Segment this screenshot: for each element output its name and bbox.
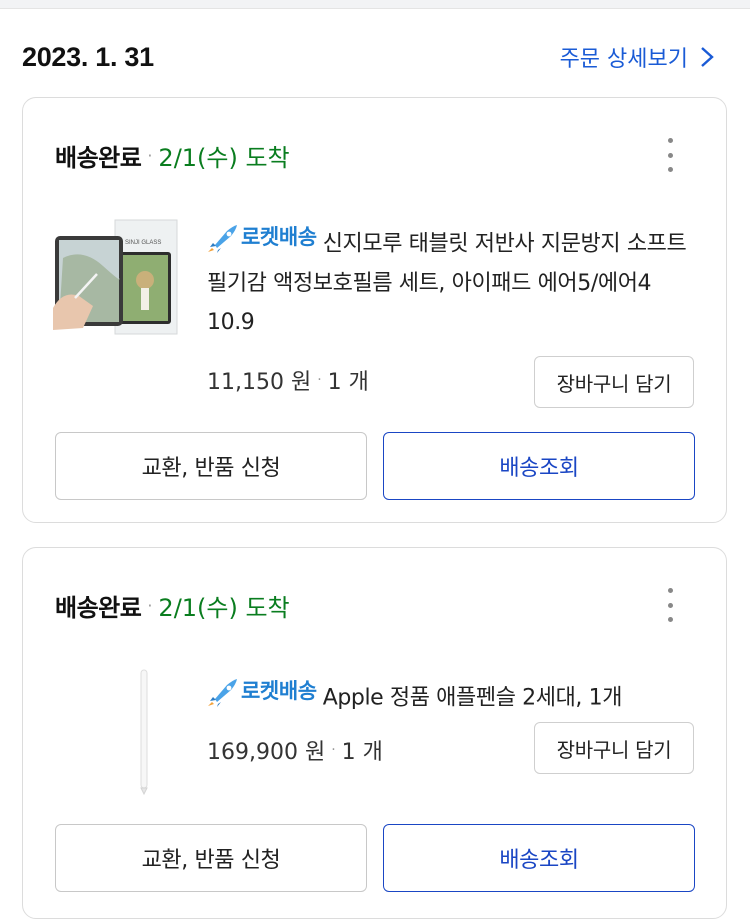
separator-dot: · xyxy=(331,742,336,758)
product-title: Apple 정품 애플펜슬 2세대, 1개 xyxy=(322,685,623,711)
order-item-card: 배송완료 · 2/1(수) 도착 로켓배송 Apple 정품 애플펜슬 2세대,… xyxy=(22,547,727,919)
price-row: 169,900 원 · 1 개 xyxy=(207,734,383,766)
return-exchange-button[interactable]: 교환, 반품 신청 xyxy=(55,824,367,892)
rocket-delivery-label: 로켓배송 xyxy=(241,225,317,249)
product-info: 로켓배송 신지모루 태블릿 저반사 지문방지 소프트 필기감 액정보호필름 세트… xyxy=(207,218,692,342)
product-name[interactable]: 로켓배송 신지모루 태블릿 저반사 지문방지 소프트 필기감 액정보호필름 세트… xyxy=(207,218,692,342)
arrival-date: 2/1(수) 도착 xyxy=(158,144,290,172)
track-delivery-button[interactable]: 배송조회 xyxy=(383,824,695,892)
delivery-status: 배송완료 · 2/1(수) 도착 xyxy=(55,138,290,173)
rocket-icon xyxy=(208,678,237,707)
thumb-brand-text: SINJI GLASS xyxy=(125,240,161,246)
order-item-card: 배송완료 · 2/1(수) 도착 SINJI GLASS 로켓배송 신지모루 태… xyxy=(22,97,727,523)
order-detail-label: 주문 상세보기 xyxy=(559,47,688,72)
separator-dot: · xyxy=(147,146,153,165)
order-detail-link[interactable]: 주문 상세보기 xyxy=(560,41,714,73)
separator-dot: · xyxy=(317,372,322,388)
track-delivery-button[interactable]: 배송조회 xyxy=(383,432,695,500)
chevron-right-icon xyxy=(701,47,714,67)
rocket-delivery-label: 로켓배송 xyxy=(241,679,317,703)
more-vertical-icon[interactable] xyxy=(662,138,678,172)
rocket-delivery-badge: 로켓배송 xyxy=(207,672,323,711)
product-thumbnail[interactable]: SINJI GLASS xyxy=(53,218,179,338)
more-vertical-icon[interactable] xyxy=(662,588,678,622)
product-quantity: 1 개 xyxy=(327,370,369,395)
product-info: 로켓배송 Apple 정품 애플펜슬 2세대, 1개 xyxy=(207,672,692,718)
status-label: 배송완료 xyxy=(55,144,142,172)
product-quantity: 1 개 xyxy=(341,740,383,765)
product-price: 169,900 원 xyxy=(207,740,326,765)
rocket-icon xyxy=(208,224,237,253)
status-label: 배송완료 xyxy=(55,594,142,622)
order-list-page: 2023. 1. 31 주문 상세보기 배송완료 · 2/1(수) 도착 SIN… xyxy=(0,8,750,923)
rocket-delivery-badge: 로켓배송 xyxy=(207,218,323,257)
order-date: 2023. 1. 31 xyxy=(22,41,154,72)
add-to-cart-button[interactable]: 장바구니 담기 xyxy=(534,722,694,774)
return-exchange-button[interactable]: 교환, 반품 신청 xyxy=(55,432,367,500)
product-price: 11,150 원 xyxy=(207,370,312,395)
price-row: 11,150 원 · 1 개 xyxy=(207,364,369,396)
delivery-status: 배송완료 · 2/1(수) 도착 xyxy=(55,588,290,623)
order-header: 2023. 1. 31 주문 상세보기 xyxy=(22,37,714,77)
arrival-date: 2/1(수) 도착 xyxy=(158,594,290,622)
product-thumbnail[interactable] xyxy=(53,666,179,796)
separator-dot: · xyxy=(147,596,153,615)
product-name[interactable]: 로켓배송 Apple 정품 애플펜슬 2세대, 1개 xyxy=(207,672,692,718)
add-to-cart-button[interactable]: 장바구니 담기 xyxy=(534,356,694,408)
